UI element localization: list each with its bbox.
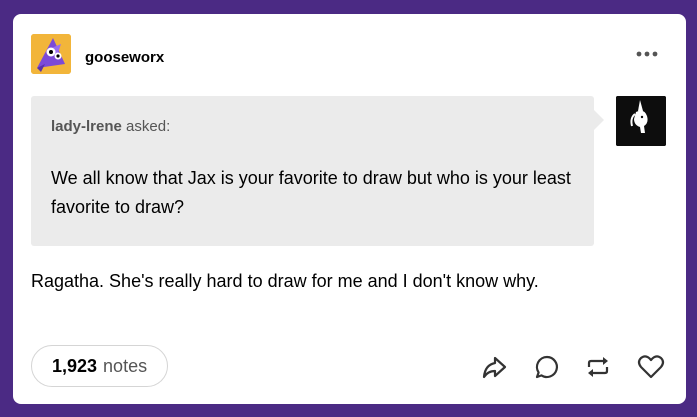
share-arrow-icon	[482, 356, 507, 379]
notes-label: notes	[103, 355, 148, 376]
ask-box: lady-lrene asked: We all know that Jax i…	[31, 96, 594, 246]
post-card: gooseworx lady-lrene asked: We all know …	[13, 14, 686, 404]
asker-avatar[interactable]	[616, 96, 666, 146]
heart-icon	[637, 355, 665, 379]
share-button[interactable]	[478, 351, 510, 383]
like-button[interactable]	[635, 351, 667, 383]
speech-bubble-icon	[535, 355, 558, 379]
blog-avatar[interactable]	[31, 34, 71, 74]
answer-text: Ragatha. She's really hard to draw for m…	[31, 271, 539, 291]
notes-button[interactable]: 1,923 notes	[31, 345, 169, 387]
unicorn-icon	[616, 96, 666, 146]
blog-name[interactable]: gooseworx	[85, 49, 164, 66]
ellipsis-icon	[636, 51, 658, 57]
reblog-button[interactable]	[582, 351, 614, 383]
notes-count: 1,923	[52, 355, 98, 376]
asker-line: lady-lrene asked:	[51, 118, 170, 135]
reply-button[interactable]	[531, 351, 563, 383]
asked-label: asked:	[126, 118, 171, 135]
ask-question: We all know that Jax is your favorite to…	[51, 168, 571, 217]
reblog-icon	[587, 357, 609, 377]
more-options-button[interactable]	[633, 44, 663, 64]
asker-name[interactable]: lady-lrene	[51, 118, 122, 135]
blog-avatar-image	[31, 34, 71, 74]
ask-bubble-tail	[594, 110, 604, 130]
